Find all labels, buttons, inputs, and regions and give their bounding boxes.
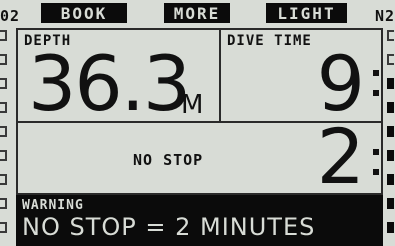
n2-bargraph	[387, 30, 395, 233]
colon-dot	[373, 70, 379, 76]
dive-time-panel: DIVE TIME 9	[219, 28, 383, 123]
bargraph-segment	[0, 126, 7, 137]
no-stop-label: NO STOP	[133, 151, 204, 169]
n2-indicator: N2	[374, 7, 395, 25]
bargraph-segment	[0, 198, 7, 209]
bargraph-segment-filled	[387, 222, 394, 233]
bargraph-segment	[0, 30, 7, 41]
light-softkey[interactable]: LIGHT	[266, 3, 347, 23]
bargraph-segment-filled	[387, 174, 394, 185]
bargraph-segment	[0, 222, 7, 233]
colon-dot	[373, 169, 379, 175]
bargraph-segment	[387, 54, 394, 65]
dive-time-value: 9	[316, 39, 365, 128]
no-stop-value: 2	[316, 112, 365, 201]
bargraph-segment	[0, 150, 7, 161]
warning-bar: WARNING NO STOP = 2 MINUTES	[16, 195, 383, 246]
colon-dot	[373, 149, 379, 155]
more-softkey[interactable]: MORE	[164, 3, 230, 23]
bargraph-segment	[0, 78, 7, 89]
o2-bargraph	[0, 30, 8, 233]
bargraph-segment	[387, 30, 394, 41]
bargraph-segment-filled	[387, 102, 394, 113]
bargraph-segment	[0, 102, 7, 113]
dive-time-label: DIVE TIME	[227, 33, 312, 49]
bargraph-segment	[0, 174, 7, 185]
dive-computer-screen: 02 BOOK MORE LIGHT N2 DEPTH 36.3 M DIVE …	[0, 0, 395, 246]
depth-panel: DEPTH 36.3 M	[16, 28, 221, 123]
no-stop-panel: NO STOP 2	[16, 112, 383, 201]
colon-dot	[373, 90, 379, 96]
warning-title: WARNING	[22, 198, 84, 213]
warning-message: NO STOP = 2 MINUTES	[22, 213, 316, 241]
bargraph-segment	[0, 54, 7, 65]
depth-value: 36.3	[28, 39, 191, 128]
softkey-bar: 02 BOOK MORE LIGHT N2	[0, 0, 395, 28]
depth-unit: M	[181, 90, 204, 120]
bargraph-segment-filled	[387, 150, 394, 161]
bargraph-segment-filled	[387, 126, 394, 137]
bargraph-segment-filled	[387, 78, 394, 89]
bargraph-segment-filled	[387, 198, 394, 209]
book-softkey[interactable]: BOOK	[41, 3, 127, 23]
o2-indicator: 02	[0, 7, 21, 25]
